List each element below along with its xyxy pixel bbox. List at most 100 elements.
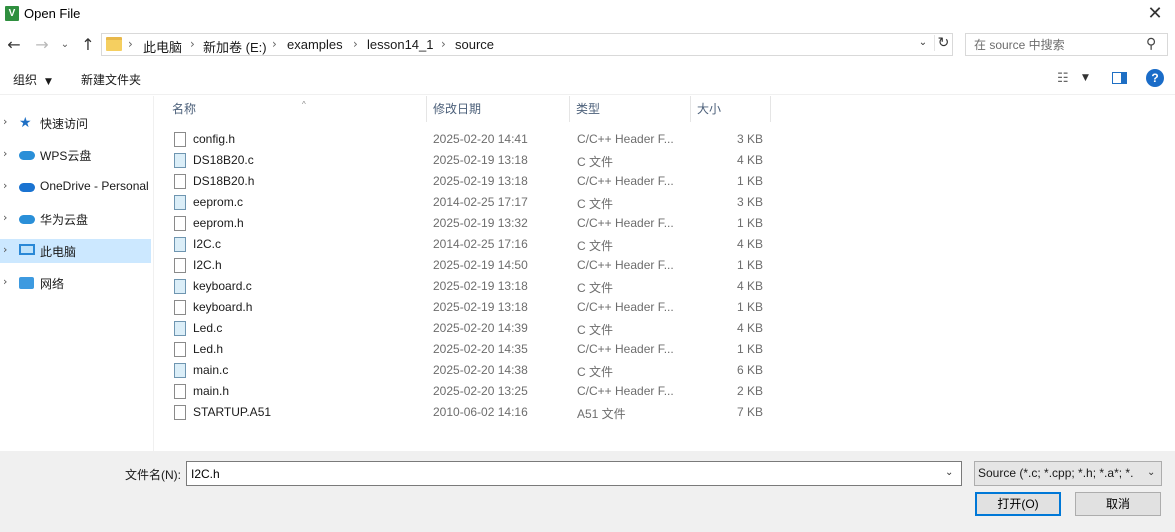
forward-arrow-icon[interactable]: →: [32, 36, 52, 56]
sidebar-item-label: 华为云盘: [40, 213, 89, 227]
recent-locations-chevron-icon[interactable]: ⌄: [58, 36, 72, 56]
sidebar-item-network[interactable]: › 网络: [0, 271, 151, 295]
file-type: C 文件: [577, 365, 614, 379]
expand-chevron-icon[interactable]: ›: [3, 211, 7, 224]
help-icon[interactable]: ?: [1146, 69, 1164, 87]
search-box[interactable]: ⚲: [965, 33, 1168, 56]
file-size: 3 KB: [736, 132, 763, 146]
file-row[interactable]: keyboard.h 2025-02-19 13:18 C/C++ Header F…: [171, 297, 769, 318]
new-folder-button[interactable]: 新建文件夹: [81, 71, 141, 88]
address-dropdown-icon[interactable]: ⌄: [916, 37, 930, 48]
file-name: eeprom.h: [193, 216, 244, 230]
column-header-date[interactable]: 修改日期: [427, 96, 570, 122]
expand-chevron-icon[interactable]: ›: [3, 243, 7, 256]
open-button[interactable]: 打开(O): [975, 492, 1061, 516]
expand-chevron-icon[interactable]: ›: [3, 179, 7, 192]
expand-chevron-icon[interactable]: ›: [3, 147, 7, 160]
file-row[interactable]: config.h 2025-02-20 14:41 C/C++ Header F..…: [171, 129, 769, 150]
back-arrow-icon[interactable]: ←: [4, 36, 24, 56]
file-type: C/C++ Header F...: [577, 132, 674, 146]
file-type: C/C++ Header F...: [577, 342, 674, 356]
file-type: C/C++ Header F...: [577, 300, 674, 314]
column-header-size[interactable]: 大小: [691, 96, 771, 122]
sidebar-item-label: 快速访问: [40, 117, 89, 131]
chevron-down-icon[interactable]: ⌄: [945, 467, 953, 478]
sidebar-item-wps-cloud[interactable]: › WPS云盘: [0, 143, 151, 167]
file-row[interactable]: STARTUP.A51 2010-06-02 14:16 A51 文件 7 KB: [171, 402, 769, 423]
file-type: C 文件: [577, 281, 614, 295]
folder-icon: [106, 37, 122, 51]
filename-input[interactable]: [191, 465, 931, 482]
filename-combobox[interactable]: ⌄: [186, 461, 962, 486]
sidebar-item-huawei-cloud[interactable]: › 华为云盘: [0, 207, 151, 231]
c-source-file-icon: [174, 321, 186, 336]
dialog-footer: 文件名(N): ⌄ Source (*.c; *.cpp; *.h; *.a*;…: [0, 451, 1175, 532]
address-bar[interactable]: › 此电脑 › 新加卷 (E:) › examples › lesson14_1…: [101, 33, 953, 56]
close-button[interactable]: ✕: [1135, 0, 1175, 30]
view-options-icon[interactable]: ☷: [1057, 71, 1069, 86]
file-name: Led.c: [193, 321, 223, 335]
expand-chevron-icon[interactable]: ›: [3, 115, 7, 128]
file-row[interactable]: eeprom.c 2014-02-25 17:17 C 文件 3 KB: [171, 192, 769, 213]
file-type-filter-select[interactable]: Source (*.c; *.cpp; *.h; *.a*; *. ⌄: [974, 461, 1162, 486]
view-options-caret-icon[interactable]: ▼: [1082, 73, 1089, 83]
file-size: 4 KB: [736, 237, 763, 251]
sidebar-item-onedrive[interactable]: › OneDrive - Personal: [0, 175, 151, 199]
file-list[interactable]: 名称 ^ 修改日期 类型 大小 config.h 2025-02-20 14:41…: [154, 96, 1175, 451]
breadcrumb-lesson[interactable]: lesson14_1: [367, 37, 434, 52]
breadcrumb-separator[interactable]: ›: [128, 37, 133, 51]
expand-chevron-icon[interactable]: ›: [3, 275, 7, 288]
file-modified-date: 2025-02-19 14:50: [433, 258, 528, 272]
document-file-icon: [174, 174, 186, 189]
file-name: keyboard.c: [193, 279, 252, 293]
breadcrumb-source[interactable]: source: [455, 37, 494, 52]
file-row[interactable]: main.c 2025-02-20 14:38 C 文件 6 KB: [171, 360, 769, 381]
file-modified-date: 2025-02-20 13:25: [433, 384, 528, 398]
file-modified-date: 2025-02-19 13:18: [433, 279, 528, 293]
file-type-filter-value: Source (*.c; *.cpp; *.h; *.a*; *.: [978, 466, 1134, 480]
column-header-name[interactable]: 名称 ^: [166, 96, 427, 122]
organize-menu-button[interactable]: 组织 ▼: [13, 71, 52, 88]
breadcrumb-separator[interactable]: ›: [441, 37, 446, 51]
file-size: 4 KB: [736, 321, 763, 335]
file-row[interactable]: DS18B20.h 2025-02-19 13:18 C/C++ Header F.…: [171, 171, 769, 192]
file-modified-date: 2025-02-19 13:18: [433, 300, 528, 314]
sidebar-item-this-pc[interactable]: › 此电脑: [0, 239, 151, 263]
network-icon: [19, 277, 34, 289]
file-row[interactable]: DS18B20.c 2025-02-19 13:18 C 文件 4 KB: [171, 150, 769, 171]
file-modified-date: 2010-06-02 14:16: [433, 405, 528, 419]
file-type: C 文件: [577, 155, 614, 169]
sidebar-item-label: OneDrive - Personal: [40, 179, 149, 193]
breadcrumb-separator[interactable]: ›: [272, 37, 277, 51]
up-arrow-icon[interactable]: ↑: [78, 36, 98, 56]
file-row[interactable]: keyboard.c 2025-02-19 13:18 C 文件 4 KB: [171, 276, 769, 297]
file-row[interactable]: main.h 2025-02-20 13:25 C/C++ Header F... 2…: [171, 381, 769, 402]
breadcrumb-examples[interactable]: examples: [287, 37, 343, 52]
breadcrumb-separator[interactable]: ›: [190, 37, 195, 51]
file-modified-date: 2025-02-20 14:41: [433, 132, 528, 146]
breadcrumb-drive[interactable]: 新加卷 (E:): [203, 37, 267, 56]
refresh-icon[interactable]: ↻: [934, 35, 952, 51]
document-file-icon: [174, 258, 186, 273]
file-row[interactable]: Led.c 2025-02-20 14:39 C 文件 4 KB: [171, 318, 769, 339]
file-row[interactable]: I2C.c 2014-02-25 17:16 C 文件 4 KB: [171, 234, 769, 255]
search-input[interactable]: [974, 36, 1139, 53]
preview-pane-icon[interactable]: [1112, 72, 1127, 84]
file-type: A51 文件: [577, 407, 626, 421]
breadcrumb-this-pc[interactable]: 此电脑: [143, 37, 182, 56]
column-header-label: 名称: [172, 102, 197, 116]
file-size: 1 KB: [736, 174, 763, 188]
breadcrumb-separator[interactable]: ›: [353, 37, 358, 51]
cancel-button[interactable]: 取消: [1075, 492, 1161, 516]
file-row[interactable]: eeprom.h 2025-02-19 13:32 C/C++ Header F..…: [171, 213, 769, 234]
file-modified-date: 2025-02-19 13:18: [433, 153, 528, 167]
cloud-icon: [19, 215, 35, 224]
navigation-pane[interactable]: › ★ 快速访问 › WPS云盘 › OneDrive - Personal ›…: [0, 96, 153, 451]
search-icon[interactable]: ⚲: [1146, 36, 1156, 52]
file-row[interactable]: I2C.h 2025-02-19 14:50 C/C++ Header F... 1 …: [171, 255, 769, 276]
sort-ascending-icon: ^: [302, 100, 306, 109]
star-icon: ★: [19, 115, 32, 131]
file-row[interactable]: Led.h 2025-02-20 14:35 C/C++ Header F... 1 …: [171, 339, 769, 360]
column-header-type[interactable]: 类型: [570, 96, 691, 122]
sidebar-item-quick-access[interactable]: › ★ 快速访问: [0, 111, 151, 135]
